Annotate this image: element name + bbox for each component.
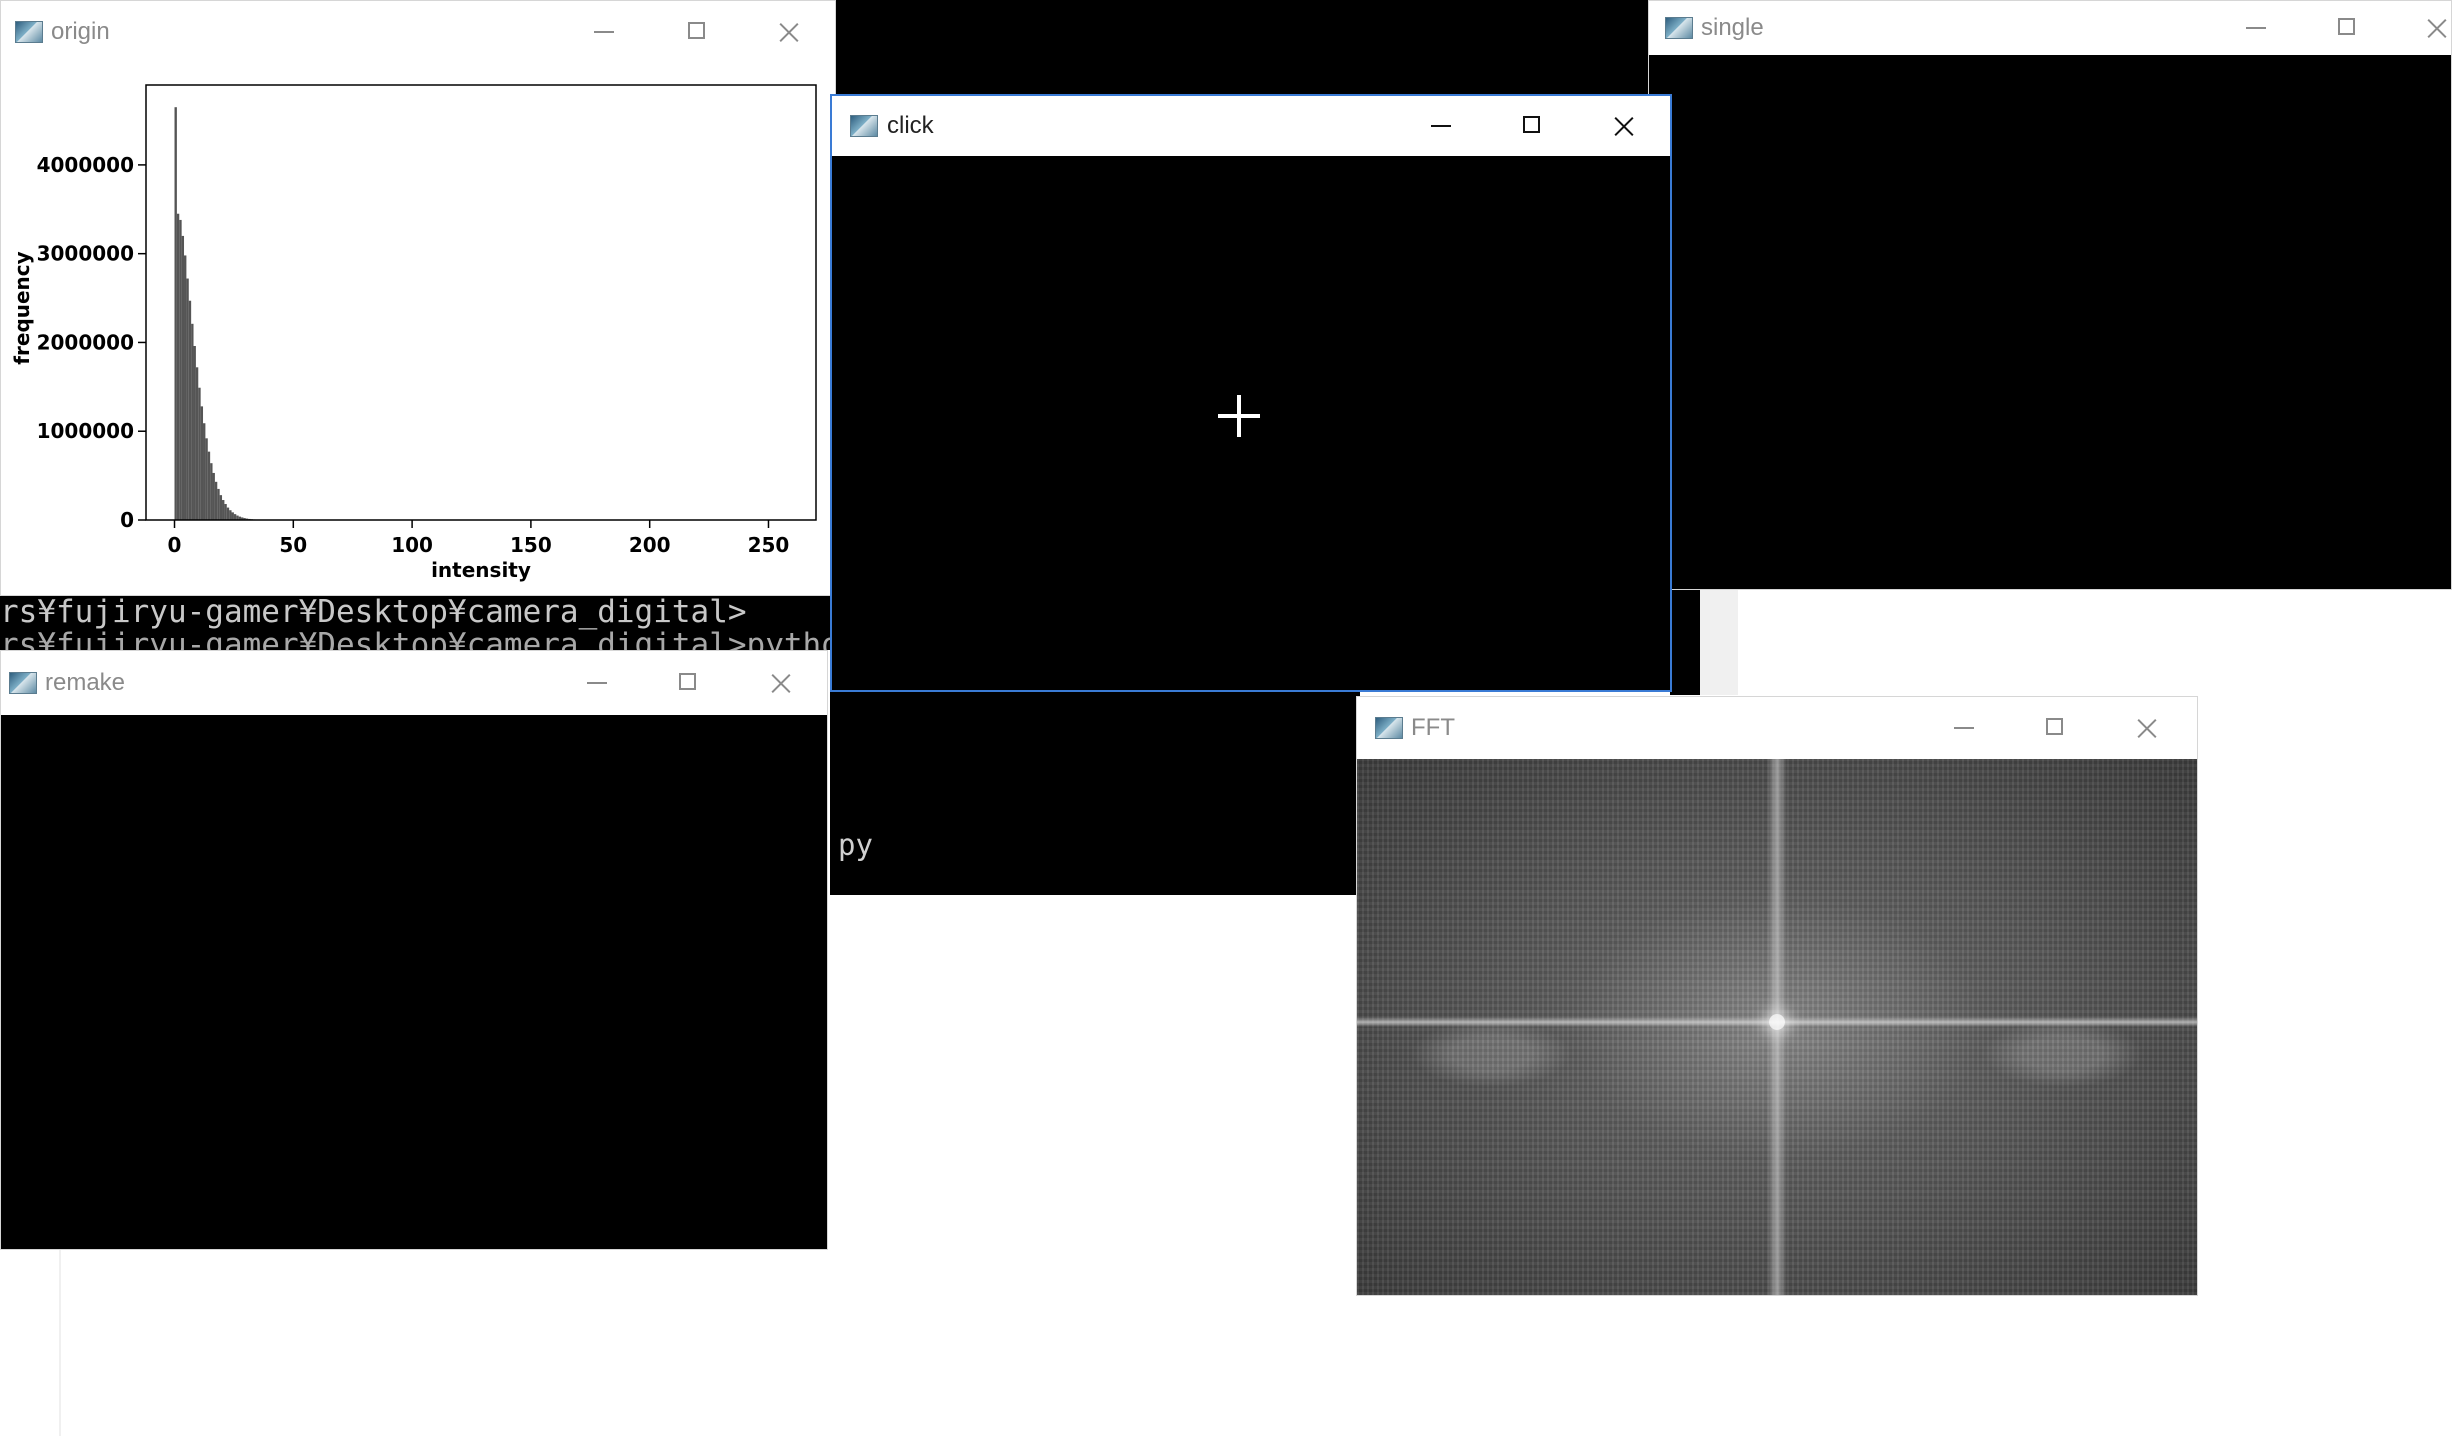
- x-tick-label: 50: [279, 533, 307, 557]
- window-title-remake: remake: [45, 669, 126, 696]
- histogram-bar: [184, 255, 187, 520]
- window-title-fft: FFT: [1411, 714, 1455, 741]
- window-click[interactable]: click: [830, 94, 1672, 692]
- histogram-bar: [219, 495, 223, 520]
- histogram-bar: [229, 510, 232, 520]
- window-fft[interactable]: FFT: [1356, 696, 2198, 1296]
- console-scrollbar[interactable]: [1700, 590, 1738, 695]
- console-window-lower[interactable]: py: [830, 690, 1360, 895]
- histogram-bar: [207, 451, 211, 520]
- minimize-icon[interactable]: [1941, 708, 1987, 748]
- close-icon[interactable]: [766, 12, 812, 52]
- histogram-bar: [231, 512, 234, 520]
- x-tick-label: 0: [168, 533, 182, 557]
- window-title-click: click: [887, 112, 934, 139]
- console-window-left[interactable]: rs¥fujiryu-gamer¥Desktop¥camera_digital>…: [0, 590, 830, 650]
- minimize-icon[interactable]: [574, 663, 620, 703]
- y-tick-label: 4000000: [37, 153, 134, 177]
- titlebar-click[interactable]: click: [832, 96, 1670, 156]
- histogram-bar: [174, 107, 177, 520]
- maximize-icon[interactable]: [665, 663, 711, 703]
- titlebar-fft[interactable]: FFT: [1357, 697, 2197, 759]
- app-icon: [1665, 17, 1693, 39]
- image-single[interactable]: [1649, 55, 2451, 589]
- x-tick-label: 200: [629, 533, 671, 557]
- app-icon: [1375, 717, 1403, 739]
- histogram-bar: [200, 406, 204, 520]
- histogram-bar: [188, 300, 192, 520]
- app-icon: [850, 115, 878, 137]
- fft-dc-peak: [1769, 1014, 1785, 1030]
- maximize-icon[interactable]: [2032, 708, 2078, 748]
- window-origin[interactable]: origin frequency intensity 0 50 100 150 200 2…: [0, 0, 836, 596]
- histogram-bar: [233, 514, 237, 520]
- x-tick-label: 150: [510, 533, 552, 557]
- close-icon[interactable]: [758, 663, 804, 703]
- histogram-plot[interactable]: frequency intensity 0 50 100 150 200 250 0 1000…: [1, 63, 835, 595]
- console-window-right[interactable]: [1670, 580, 1700, 695]
- x-tick-label: 100: [391, 533, 433, 557]
- histogram-bar: [193, 346, 196, 520]
- histogram-bar: [224, 504, 227, 520]
- histogram-bar: [179, 219, 182, 520]
- close-icon[interactable]: [2124, 708, 2170, 748]
- x-tick-label: 250: [748, 533, 790, 557]
- y-axis-label: frequency: [10, 251, 34, 364]
- minimize-icon[interactable]: [2233, 8, 2279, 48]
- histogram-bar: [186, 278, 189, 520]
- window-title-single: single: [1701, 14, 1764, 41]
- window-single[interactable]: single: [1648, 0, 2452, 590]
- plot-frame: [145, 84, 817, 521]
- histogram-bar: [181, 235, 185, 520]
- histogram-bar: [191, 323, 194, 520]
- app-icon: [9, 672, 37, 694]
- histogram-bar: [198, 387, 201, 520]
- window-title-origin: origin: [51, 18, 110, 45]
- histogram-bar: [212, 472, 215, 520]
- maximize-icon[interactable]: [2324, 8, 2370, 48]
- x-axis-label: intensity: [431, 558, 531, 582]
- console-line-2: rs¥fujiryu-gamer¥Desktop¥camera_digital>…: [0, 627, 830, 650]
- y-tick-label: 0: [120, 508, 134, 532]
- y-tick-label: 1000000: [37, 419, 134, 443]
- image-remake[interactable]: [1, 715, 827, 1249]
- histogram-bar: [226, 507, 230, 520]
- histogram-bar: [214, 481, 218, 520]
- desktop-divider: [59, 1250, 61, 1436]
- titlebar-origin[interactable]: origin: [1, 1, 835, 63]
- maximize-icon[interactable]: [674, 12, 720, 52]
- maximize-icon[interactable]: [1509, 106, 1555, 146]
- app-icon: [15, 21, 43, 43]
- console-window-top[interactable]: [830, 0, 1650, 100]
- histogram-bar: [217, 488, 220, 520]
- minimize-icon[interactable]: [581, 12, 627, 52]
- histogram-bar: [195, 367, 199, 520]
- histogram-bar: [210, 463, 213, 520]
- console-py-text: py: [838, 828, 873, 862]
- y-tick-label: 3000000: [37, 242, 134, 266]
- minimize-icon[interactable]: [1418, 106, 1464, 146]
- histogram-bar: [203, 423, 206, 520]
- histogram-bar: [222, 500, 225, 520]
- console-line-1: rs¥fujiryu-gamer¥Desktop¥camera_digital>: [0, 594, 747, 630]
- image-click[interactable]: [832, 156, 1670, 690]
- window-remake[interactable]: remake: [0, 650, 828, 1250]
- histogram-chart: frequency intensity 0 50 100 150 200 250 0 1000…: [10, 84, 817, 582]
- histogram-bar: [176, 213, 180, 520]
- close-icon[interactable]: [1601, 106, 1647, 146]
- histogram-bar: [205, 438, 208, 520]
- titlebar-single[interactable]: single: [1649, 1, 2451, 55]
- titlebar-remake[interactable]: remake: [1, 651, 827, 715]
- image-fft-spectrum[interactable]: [1357, 759, 2197, 1295]
- y-tick-label: 2000000: [37, 330, 134, 354]
- close-icon[interactable]: [2414, 8, 2452, 48]
